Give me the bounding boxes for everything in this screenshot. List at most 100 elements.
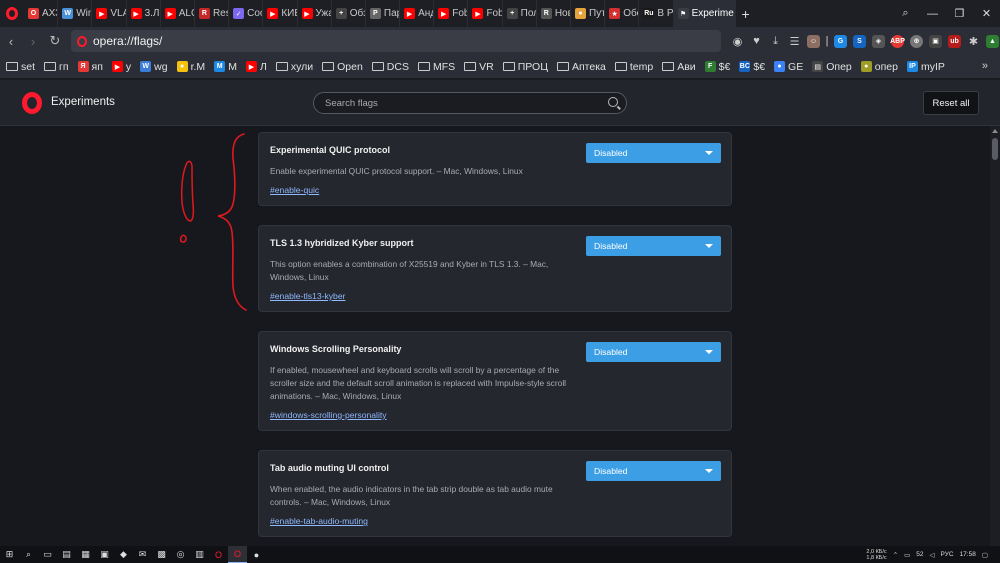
bookmark-item[interactable]: IP myIP bbox=[906, 61, 945, 73]
tab[interactable]: ▶Fobi bbox=[434, 0, 469, 27]
flag-link[interactable]: #enable-tab-audio-muting bbox=[270, 516, 368, 526]
tab[interactable]: RResident bbox=[195, 0, 230, 27]
tab[interactable]: ★Обсу bbox=[605, 0, 640, 27]
app-icon[interactable]: ▣ bbox=[95, 546, 114, 563]
bookmark-item[interactable]: Ави bbox=[662, 61, 696, 73]
app-icon[interactable]: ▤ bbox=[57, 546, 76, 563]
opera-taskbar-icon-active[interactable]: O bbox=[228, 546, 247, 563]
bookmark-item[interactable]: ▶ Л bbox=[245, 61, 267, 73]
forward-button[interactable]: › bbox=[22, 27, 44, 55]
bookmarks-overflow-icon[interactable]: » bbox=[982, 60, 988, 72]
bookmark-item[interactable]: хули bbox=[275, 61, 313, 73]
adblock-extension-icon[interactable]: ABP bbox=[888, 27, 907, 55]
shield-extension-icon[interactable]: ◈ bbox=[869, 27, 888, 55]
bookmark-item[interactable]: ● GE bbox=[774, 61, 803, 73]
reload-button[interactable]: ↻ bbox=[44, 27, 66, 55]
download-icon[interactable]: ⤓ bbox=[766, 27, 785, 55]
tab[interactable]: RНові bbox=[537, 0, 571, 27]
maximize-button[interactable]: ❐ bbox=[946, 0, 973, 27]
flag-state-select[interactable]: Disabled bbox=[586, 143, 721, 163]
address-bar[interactable]: opera://flags/ bbox=[71, 30, 721, 52]
bookmark-item[interactable]: Open bbox=[322, 61, 363, 73]
tab[interactable]: ▶ALOH bbox=[161, 0, 195, 27]
app-icon[interactable]: ◆ bbox=[114, 546, 133, 563]
easy-setup-icon[interactable]: ☰ bbox=[785, 27, 804, 55]
box-extension-icon[interactable]: ▣ bbox=[926, 27, 945, 55]
bookmark-item[interactable]: Аптека bbox=[556, 61, 606, 73]
windows-start-icon[interactable]: ⊞ bbox=[0, 546, 19, 563]
page-scrollbar[interactable] bbox=[990, 126, 1000, 546]
tab-active[interactable]: ⚑ Experime bbox=[673, 0, 736, 27]
tab[interactable]: +Обзор bbox=[332, 0, 366, 27]
camera-icon[interactable]: ◉ bbox=[728, 27, 747, 55]
search-flags-input[interactable]: Search flags bbox=[313, 92, 627, 114]
globe-extension-icon[interactable]: ⊕ bbox=[907, 27, 926, 55]
bookmark-item[interactable]: set bbox=[6, 61, 35, 73]
network-icon[interactable]: ▭ bbox=[904, 551, 910, 559]
tab[interactable]: ●Путе bbox=[571, 0, 606, 27]
flag-link[interactable]: #enable-tls13-kyber bbox=[270, 291, 345, 301]
s-extension-icon[interactable]: S bbox=[850, 27, 869, 55]
tab[interactable]: OАХЗС bbox=[24, 0, 59, 27]
close-button[interactable]: ✕ bbox=[973, 0, 1000, 27]
minimize-button[interactable]: — bbox=[919, 0, 946, 27]
tab[interactable]: ▶VLAD bbox=[92, 0, 127, 27]
puzzle-extension-icon[interactable]: ✱ bbox=[964, 27, 983, 55]
task-view-icon[interactable]: ▭ bbox=[38, 546, 57, 563]
bookmark-item[interactable]: MM bbox=[214, 61, 237, 73]
tab[interactable]: PПара bbox=[366, 0, 401, 27]
tab[interactable]: RuВ Ро bbox=[639, 0, 674, 27]
reset-all-button[interactable]: Reset all bbox=[923, 91, 979, 115]
bookmark-item[interactable]: ПРОЦ bbox=[502, 61, 548, 73]
scroll-up-icon[interactable] bbox=[992, 129, 998, 133]
notification-icon[interactable]: ▢ bbox=[982, 551, 988, 559]
app-icon[interactable]: ● bbox=[247, 546, 266, 563]
lang-indicator[interactable]: РУС bbox=[941, 551, 954, 558]
tab[interactable]: ▶КИБЕР bbox=[263, 0, 298, 27]
app-icon[interactable]: ▥ bbox=[190, 546, 209, 563]
tab[interactable]: WWindows bbox=[58, 0, 93, 27]
bookmark-item[interactable]: Wwg bbox=[140, 61, 168, 73]
bookmark-item[interactable]: ● опер bbox=[860, 61, 898, 73]
tab[interactable]: ▶3.Л.С bbox=[127, 0, 161, 27]
bookmark-item[interactable]: F $€ bbox=[704, 61, 730, 73]
gamepad-icon[interactable]: ◎ bbox=[171, 546, 190, 563]
scroll-thumb[interactable] bbox=[992, 138, 998, 160]
tab[interactable]: ▶Андр bbox=[400, 0, 435, 27]
tab[interactable]: +Поле bbox=[503, 0, 537, 27]
new-tab-button[interactable]: + bbox=[736, 0, 756, 27]
flag-state-select[interactable]: Disabled bbox=[586, 342, 721, 362]
bookmark-item[interactable]: BC $€ bbox=[739, 61, 765, 73]
speaker-icon[interactable]: ◁ bbox=[930, 551, 935, 559]
vpn-extension-icon[interactable]: ▲ bbox=[983, 27, 1000, 55]
app-icon[interactable]: ▩ bbox=[152, 546, 171, 563]
bookmark-item[interactable]: temp bbox=[614, 61, 653, 73]
search-tabs-icon[interactable]: ⌕ bbox=[892, 0, 919, 27]
search-icon[interactable]: ⌕ bbox=[19, 546, 38, 563]
ublock-extension-icon[interactable]: ub bbox=[945, 27, 964, 55]
flag-link[interactable]: #windows-scrolling-personality bbox=[270, 410, 387, 420]
tab[interactable]: ▶Fobi bbox=[468, 0, 503, 27]
tab[interactable]: ✓Cool bbox=[229, 0, 264, 27]
bookmark-item[interactable]: VR bbox=[464, 61, 494, 73]
translate-extension-icon[interactable]: G bbox=[831, 27, 850, 55]
flag-state-select[interactable]: Disabled bbox=[586, 461, 721, 481]
opera-taskbar-icon[interactable]: O bbox=[209, 546, 228, 563]
heart-icon[interactable]: ♥ bbox=[747, 27, 766, 55]
bookmark-item[interactable]: Яяп bbox=[77, 61, 103, 73]
address-input[interactable]: opera://flags/ bbox=[93, 34, 162, 48]
bookmark-item[interactable]: гп bbox=[44, 61, 69, 73]
app-icon[interactable]: ▦ bbox=[76, 546, 95, 563]
bookmark-item[interactable]: ▶ у bbox=[111, 61, 131, 73]
back-button[interactable]: ‹ bbox=[0, 27, 22, 55]
flag-state-select[interactable]: Disabled bbox=[586, 236, 721, 256]
clock[interactable]: 17:58 bbox=[960, 551, 976, 558]
bookmark-item[interactable]: ● r.M bbox=[176, 61, 205, 73]
opera-menu-button[interactable] bbox=[0, 0, 24, 27]
bookmark-item[interactable]: MFS bbox=[417, 61, 455, 73]
bookmark-item[interactable]: DCS bbox=[371, 61, 409, 73]
chevron-up-icon[interactable]: ⌃ bbox=[893, 551, 898, 559]
app-icon[interactable]: ✉ bbox=[133, 546, 152, 563]
flag-link[interactable]: #enable-quic bbox=[270, 185, 319, 195]
tab[interactable]: ▶Ужас bbox=[298, 0, 332, 27]
